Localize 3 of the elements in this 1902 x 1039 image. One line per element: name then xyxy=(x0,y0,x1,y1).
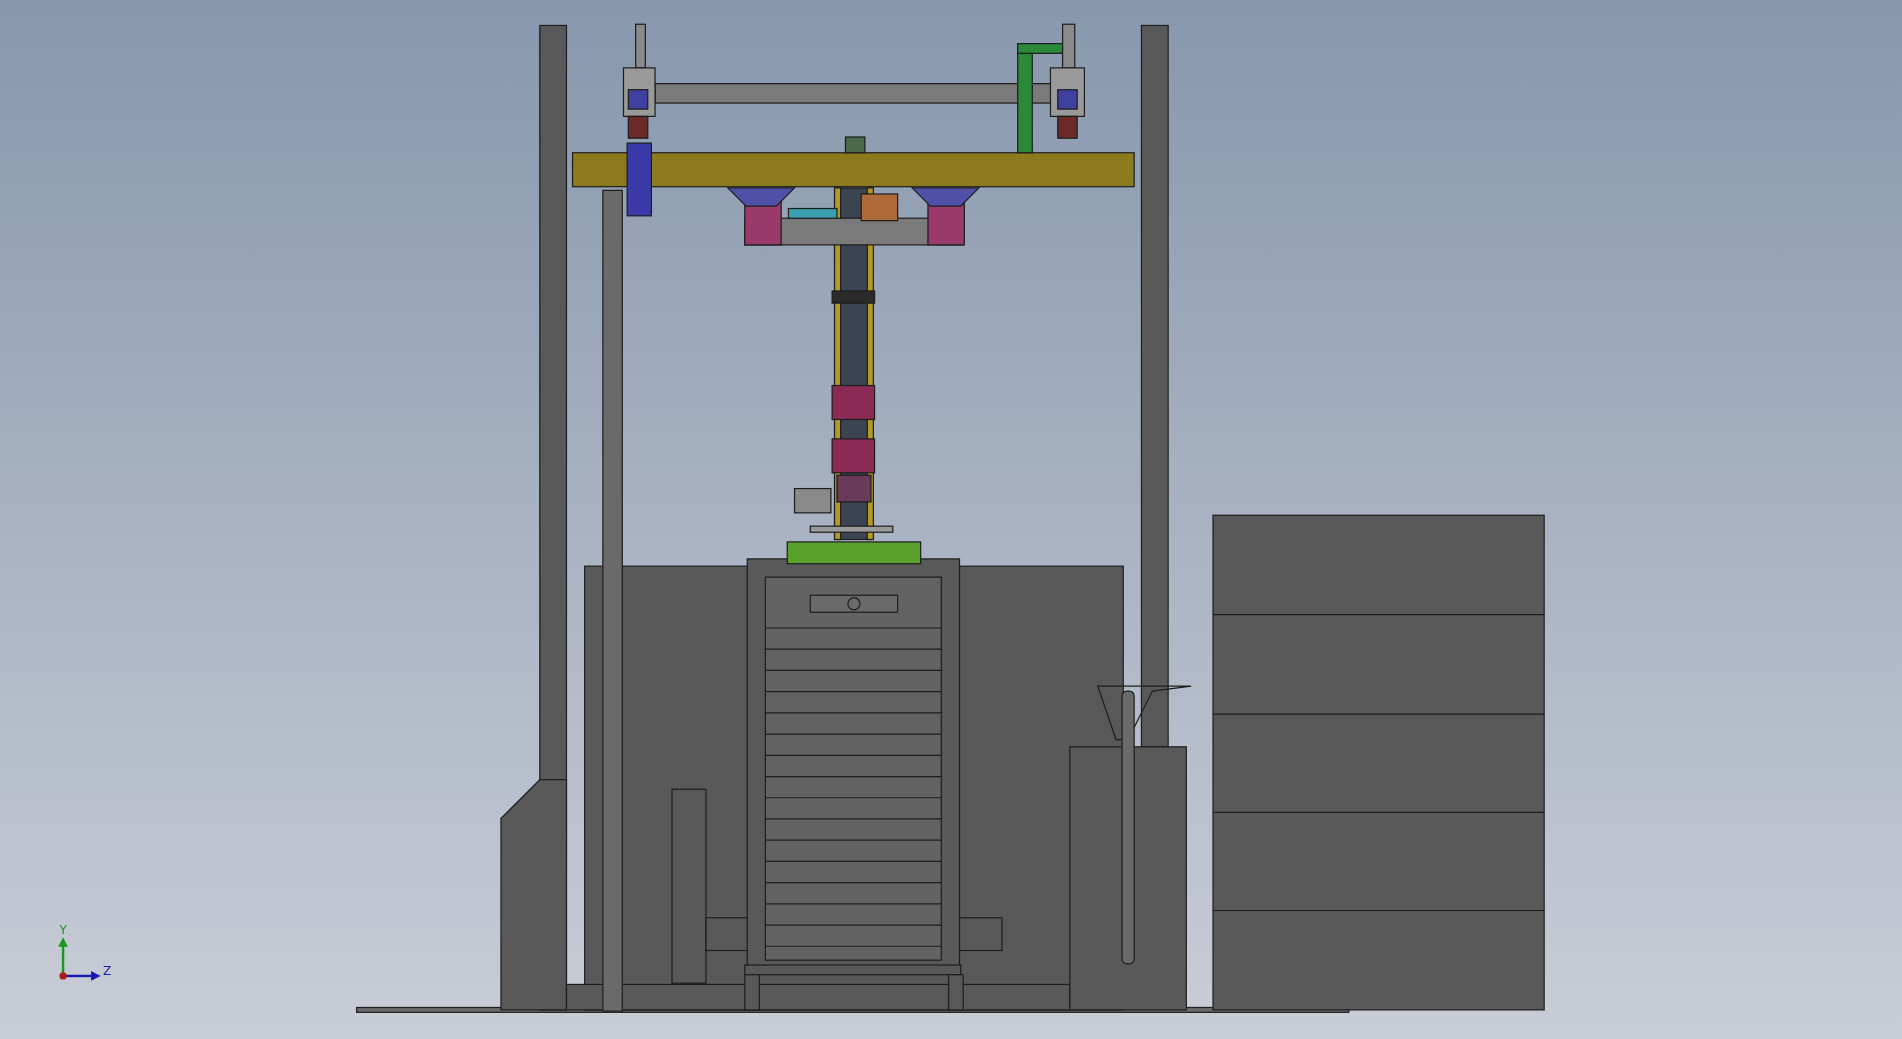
axis-label: Z xyxy=(103,963,112,978)
axis-triad-icon xyxy=(58,937,101,981)
axis-label: Y xyxy=(59,922,67,937)
